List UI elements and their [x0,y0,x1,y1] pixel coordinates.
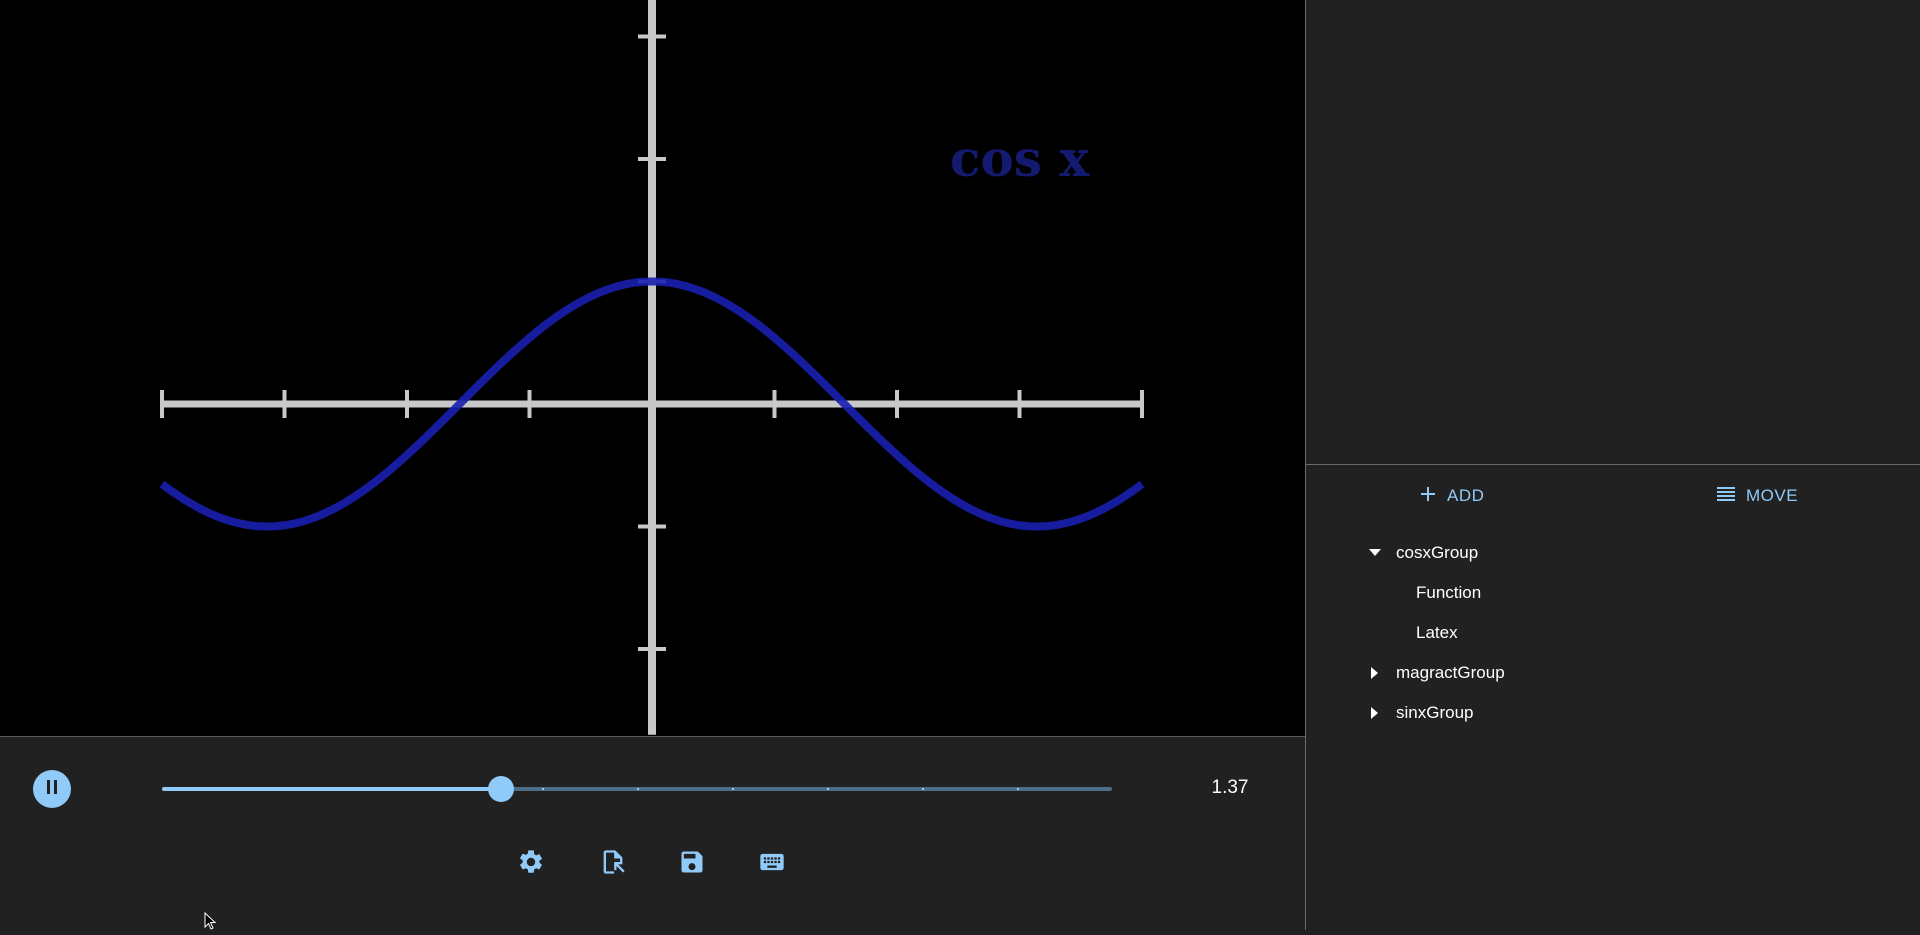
slider-tick [922,788,924,790]
scene-canvas[interactable]: cos x [0,0,1305,737]
tree-item-cosxgroup[interactable]: cosxGroup [1364,535,1478,571]
slider-tick [542,788,544,790]
object-tree-panel: ADD MOVE cosxGroup Function Latex magrac… [1306,465,1920,930]
caret-right-icon[interactable] [1364,663,1386,683]
settings-button[interactable] [516,849,546,879]
gear-icon [517,848,545,881]
slider-tick [1017,788,1019,790]
slider-tick [637,788,639,790]
slider-tick [827,788,829,790]
caret-down-icon[interactable] [1364,543,1386,563]
keyboard-icon [758,848,786,881]
tree-item-label: magractGroup [1396,663,1505,682]
tree-item-label: cosxGroup [1396,543,1479,562]
time-value: 1.37 [1211,777,1249,798]
list-icon [1716,485,1736,508]
playback-controls: 1.37 [0,737,1305,930]
tree-item-magractgroup[interactable]: magractGroup [1364,655,1505,691]
tree-item-sinxgroup[interactable]: sinxGroup [1364,695,1473,731]
properties-panel [1306,0,1920,464]
plus-icon [1419,485,1437,508]
file-import-icon [599,848,627,881]
keyboard-shortcuts-button[interactable] [757,849,787,879]
slider-thumb[interactable] [488,776,515,802]
pause-icon [45,779,59,800]
latex-label: cos x [950,129,1090,188]
add-button[interactable]: ADD [1419,479,1484,513]
slider-tick [447,788,449,790]
caret-right-icon[interactable] [1364,703,1386,723]
graph-svg: cos x [159,0,1145,735]
tree-item-latex[interactable]: Latex [1416,615,1458,651]
save-button[interactable] [677,849,707,879]
mouse-cursor-icon [204,911,217,935]
import-button[interactable] [598,849,628,879]
tree-item-label: Latex [1416,623,1458,642]
slider-fill [162,787,502,791]
add-button-label: ADD [1447,486,1485,505]
slider-tick [732,788,734,790]
move-button[interactable]: MOVE [1716,479,1798,513]
move-button-label: MOVE [1746,486,1799,505]
tree-item-label: sinxGroup [1396,703,1474,722]
pause-button[interactable] [33,770,71,808]
save-icon [678,848,706,881]
slider-tick [257,788,259,790]
slider-tick [352,788,354,790]
tree-item-label: Function [1416,583,1482,602]
tree-item-function[interactable]: Function [1416,575,1481,611]
timeline-slider[interactable] [162,776,1112,802]
